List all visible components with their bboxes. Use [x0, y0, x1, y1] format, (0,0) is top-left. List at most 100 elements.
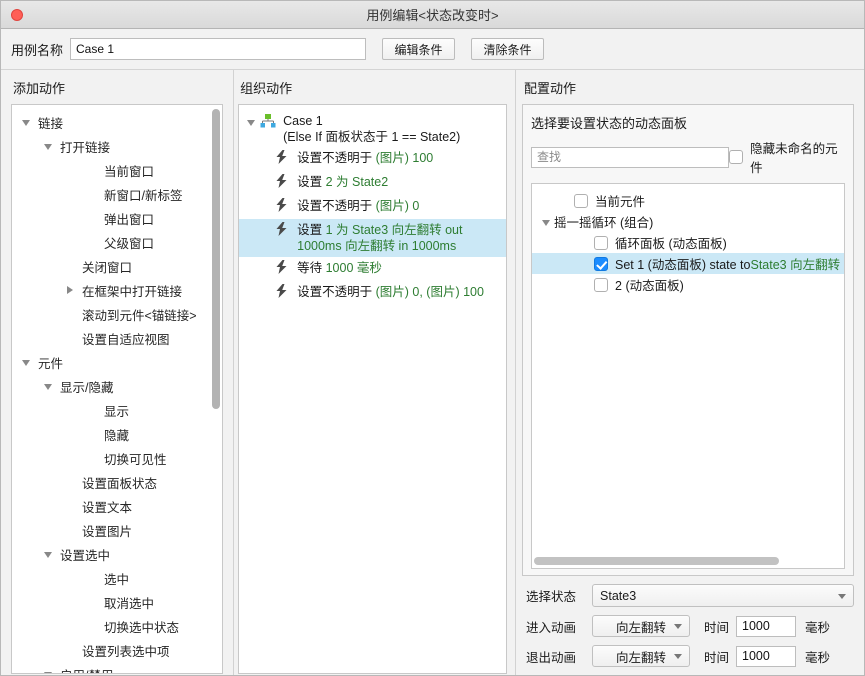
widget-tree-label: 2 (动态面板)	[615, 279, 684, 293]
widget-tree-hscrollbar[interactable]	[534, 557, 780, 565]
select-state-dropdown[interactable]: State3	[592, 584, 855, 607]
sidebar-item-20[interactable]: 取消选中	[12, 590, 222, 614]
sidebar-item-2[interactable]: 当前窗口	[12, 158, 222, 182]
widget-checkbox[interactable]	[594, 256, 609, 271]
enter-animation-label: 进入动画	[526, 620, 577, 635]
lightning-bolt-icon	[275, 260, 293, 278]
sidebar-item-22[interactable]: 设置列表选中项	[12, 638, 222, 662]
chevron-down-icon[interactable]	[40, 547, 56, 561]
enter-time-label: 时间	[704, 620, 730, 635]
sidebar-item-0[interactable]: 链接	[12, 110, 222, 134]
sidebar-item-11[interactable]: 显示/隐藏	[12, 374, 222, 398]
search-input[interactable]	[531, 146, 730, 168]
chevron-down-icon[interactable]	[18, 355, 34, 369]
sidebar-item-label: 设置选中	[60, 548, 111, 563]
sidebar-item-4[interactable]: 弹出窗口	[12, 206, 222, 230]
chevron-down-icon	[674, 624, 683, 629]
exit-animation-label: 退出动画	[526, 650, 577, 665]
sidebar-item-9[interactable]: 设置自适应视图	[12, 326, 222, 350]
case-name-input[interactable]	[70, 38, 367, 60]
sidebar-item-18[interactable]: 设置选中	[12, 542, 222, 566]
action-label: 设置 2 为 State2	[297, 175, 389, 189]
close-dot-icon[interactable]	[11, 9, 23, 21]
case-name: Case 1	[283, 114, 323, 128]
exit-time-input[interactable]	[736, 645, 797, 667]
sidebar-item-5[interactable]: 父级窗口	[12, 230, 222, 254]
widget-tree-state-suffix: State3 向左翻转 out 1000ms	[750, 258, 844, 272]
sidebar-item-label: 打开链接	[60, 140, 111, 155]
add-action-tree[interactable]: 链接打开链接当前窗口新窗口/新标签 弹出窗口父级窗口 关闭窗口 在框架中打开链接 滚动到…	[12, 105, 222, 673]
state-config-form: 选择状态 State3 进入动画 向左翻转 时间 毫秒	[522, 576, 855, 675]
widget-tree-row[interactable]: 循环面板 (动态面板)	[532, 232, 844, 253]
sidebar-item-13[interactable]: 隐藏	[12, 422, 222, 446]
widget-tree-label: 当前元件	[595, 195, 646, 209]
sidebar-item-label: 取消选中	[104, 596, 155, 611]
case-editor-window: 用例编辑<状态改变时> 用例名称 编辑条件 清除条件 添加动作 链接打开链接当前…	[0, 0, 865, 676]
widget-checkbox[interactable]	[594, 277, 609, 292]
chevron-down-icon[interactable]	[40, 379, 56, 393]
chevron-down-icon[interactable]	[243, 115, 259, 129]
sidebar-item-label: 设置自适应视图	[82, 332, 170, 347]
widget-tree-row[interactable]: Set 1 (动态面板) state to State3 向左翻转 out 10…	[532, 253, 845, 274]
widget-tree-row[interactable]: 2 (动态面板)	[532, 274, 844, 295]
sidebar-item-23[interactable]: 启用/禁用	[12, 662, 222, 673]
panel-selector-box: 选择要设置状态的动态面板 隐藏未命名的元件 当前元件摇一摇循环 (组合) 循环面板…	[522, 104, 855, 576]
organize-action-column: 组织动作 Case 1 (Else If 面板状态于 1 == State2) 设置…	[234, 70, 515, 675]
sidebar-item-label: 新窗口/新标签	[104, 188, 183, 203]
widget-checkbox[interactable]	[594, 235, 609, 250]
sidebar-item-7[interactable]: 在框架中打开链接	[12, 278, 222, 302]
sidebar-item-label: 显示/隐藏	[60, 380, 114, 395]
action-row[interactable]: 设置不透明于 (图片) 0	[239, 195, 506, 219]
lightning-bolt-icon	[275, 150, 293, 168]
sidebar-item-6[interactable]: 关闭窗口	[12, 254, 222, 278]
sidebar-item-15[interactable]: 设置面板状态	[12, 470, 222, 494]
sidebar-item-16[interactable]: 设置文本	[12, 494, 222, 518]
lightning-bolt-icon	[275, 174, 293, 192]
chevron-right-icon[interactable]	[62, 283, 78, 297]
exit-time-unit: 毫秒	[805, 650, 831, 665]
chevron-down-icon[interactable]	[40, 139, 56, 153]
action-row[interactable]: 等待 1000 毫秒	[239, 257, 506, 281]
sidebar-item-14[interactable]: 切换可见性	[12, 446, 222, 470]
clear-condition-button[interactable]: 清除条件	[471, 38, 545, 60]
sidebar-item-8[interactable]: 滚动到元件<锚链接>	[12, 302, 222, 326]
sidebar-item-19[interactable]: 选中	[12, 566, 222, 590]
configure-action-column: 配置动作 选择要设置状态的动态面板 隐藏未命名的元件 当前元件摇一摇循环 (组合…	[516, 70, 864, 675]
chevron-down-icon	[674, 654, 683, 659]
action-row[interactable]: 设置不透明于 (图片) 100	[239, 147, 506, 171]
hide-unnamed-checkbox[interactable]	[729, 150, 744, 164]
action-row[interactable]: 设置 2 为 State2	[239, 171, 506, 195]
action-row[interactable]: 设置不透明于 (图片) 0, (图片) 100	[239, 281, 506, 305]
action-list[interactable]: Case 1 (Else If 面板状态于 1 == State2) 设置不透明于 …	[239, 105, 507, 305]
sidebar-item-17[interactable]: 设置图片	[12, 518, 222, 542]
add-action-panel: 链接打开链接当前窗口新窗口/新标签 弹出窗口父级窗口 关闭窗口 在框架中打开链接 滚动到…	[11, 104, 224, 674]
toolbar: 用例名称 编辑条件 清除条件	[1, 29, 864, 70]
enter-animation-dropdown[interactable]: 向左翻转	[592, 615, 691, 637]
sidebar-item-3[interactable]: 新窗口/新标签	[12, 182, 222, 206]
action-row[interactable]: 设置 1 为 State3 向左翻转 out 1000ms 向左翻转 in 10…	[239, 219, 507, 257]
sidebar-item-1[interactable]: 打开链接	[12, 134, 222, 158]
chevron-down-icon[interactable]	[40, 667, 56, 673]
enter-animation-value: 向左翻转	[616, 620, 667, 635]
sidebar-item-21[interactable]: 切换选中状态	[12, 614, 222, 638]
widget-tree-row[interactable]: 当前元件	[532, 190, 844, 211]
sitemap-icon	[260, 114, 278, 131]
organize-action-title: 组织动作	[240, 81, 293, 96]
sidebar-item-label: 设置文本	[82, 500, 133, 515]
sidebar-item-12[interactable]: 显示	[12, 398, 222, 422]
action-label: 等待 1000 毫秒	[297, 261, 382, 275]
exit-animation-dropdown[interactable]: 向左翻转	[592, 645, 691, 667]
widget-checkbox[interactable]	[574, 193, 589, 208]
edit-condition-button[interactable]: 编辑条件	[382, 38, 456, 60]
widget-tree-row[interactable]: 摇一摇循环 (组合)	[532, 211, 844, 232]
chevron-down-icon[interactable]	[18, 115, 34, 129]
action-label: 设置不透明于 (图片) 100	[297, 151, 434, 165]
enter-time-input[interactable]	[736, 615, 797, 637]
sidebar-item-label: 弹出窗口	[104, 212, 155, 227]
widget-tree[interactable]: 当前元件摇一摇循环 (组合) 循环面板 (动态面板) Set 1 (动态面板) st…	[531, 183, 846, 569]
left-tree-scrollbar[interactable]	[212, 109, 221, 409]
case-header-row[interactable]: Case 1 (Else If 面板状态于 1 == State2)	[239, 109, 506, 147]
add-action-column: 添加动作 链接 打开链接 当前窗口 新窗口/新标签 弹出窗口 父级窗口 关闭窗口 在框架中打开…	[1, 70, 233, 675]
chevron-down-icon[interactable]	[538, 215, 554, 229]
sidebar-item-10[interactable]: 元件	[12, 350, 222, 374]
